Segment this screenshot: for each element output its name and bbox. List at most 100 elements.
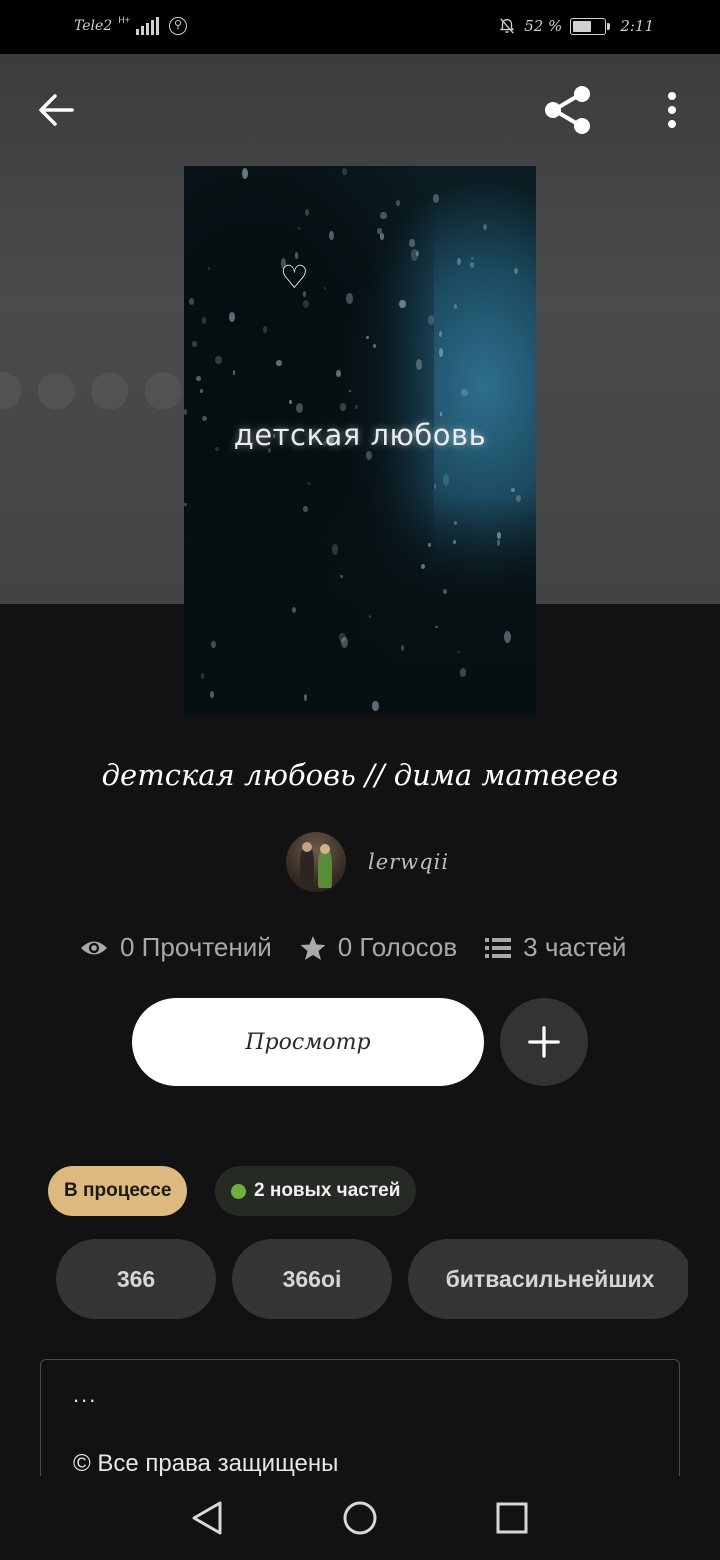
raindrop — [207, 266, 210, 270]
raindrop — [443, 473, 450, 486]
battery-icon — [570, 17, 611, 35]
mute-bell-icon — [500, 18, 515, 34]
raindrop — [329, 230, 335, 240]
raindrop — [428, 315, 435, 325]
system-nav-bar — [0, 1476, 720, 1560]
raindrop — [263, 325, 268, 333]
parts-count: 3 частей — [523, 932, 627, 962]
raindrop — [400, 644, 404, 652]
raindrop — [439, 412, 443, 416]
share-button[interactable] — [542, 84, 594, 136]
list-icon — [485, 937, 512, 958]
tag-chip[interactable]: битвасильнейших — [408, 1239, 688, 1319]
story-title: детская любовь // дима матвеев — [101, 758, 619, 792]
cover-heart-icon: ♡ — [280, 258, 309, 296]
raindrop — [335, 369, 341, 378]
raindrop — [453, 521, 457, 525]
copyright-text: © Все права защищены — [73, 1450, 339, 1477]
raindrop — [365, 450, 372, 460]
raindrop — [289, 399, 292, 404]
description-box[interactable]: ... © Все права защищены — [40, 1359, 680, 1477]
raindrop — [232, 370, 236, 375]
raindrop — [470, 257, 474, 261]
raindrop — [211, 640, 216, 648]
raindrop — [427, 542, 431, 548]
cover-title: детская любовь — [233, 418, 487, 452]
author-avatar[interactable] — [286, 832, 346, 892]
raindrop — [304, 209, 309, 217]
description-ellipsis: ... — [73, 1382, 98, 1407]
network-type-label: H+ — [118, 15, 130, 25]
raindrop — [340, 574, 343, 578]
reads-count: 0 Прочтений — [120, 932, 272, 962]
raindrop — [438, 348, 444, 357]
raindrop — [513, 268, 518, 275]
raindrop — [496, 532, 502, 539]
tag-chip[interactable]: 366oi — [232, 1239, 392, 1319]
status-left: Tele2 H+ ⚲ — [74, 15, 187, 35]
raindrop — [460, 388, 468, 396]
star-icon — [300, 935, 326, 960]
parts-stat: 3 частей — [485, 932, 626, 963]
raindrop — [503, 630, 511, 643]
raindrop — [511, 487, 515, 492]
raindrop — [439, 330, 443, 337]
raindrop — [296, 402, 303, 413]
eye-icon — [80, 940, 108, 955]
votes-count: 0 Голосов — [337, 932, 458, 962]
green-dot-icon — [231, 1183, 246, 1199]
raindrop — [214, 356, 222, 364]
status-badge: В процессе — [48, 1166, 188, 1216]
read-button[interactable]: Просмотр — [132, 998, 484, 1086]
raindrop — [433, 483, 437, 489]
tag-chip[interactable]: 366 — [56, 1239, 216, 1319]
signal-icon — [135, 17, 159, 35]
raindrop — [453, 303, 457, 310]
back-button[interactable] — [34, 88, 78, 132]
raindrop — [339, 632, 346, 643]
raindrop — [200, 388, 203, 393]
raindrop — [420, 564, 425, 570]
status-bar: Tele2 H+ ⚲ 52 % 2:11 — [0, 0, 720, 54]
raindrop — [470, 262, 475, 268]
story-cover[interactable]: ♡ детская любовь — [184, 166, 536, 714]
stats-row: 0 Прочтений 0 Голосов 3 частей — [80, 932, 626, 963]
raindrop — [342, 167, 347, 176]
author-name[interactable]: lerwqii — [368, 850, 449, 874]
raindrop — [456, 257, 461, 265]
tags-row[interactable]: 366 366oi битвасильнейших — [56, 1239, 688, 1319]
nav-recents-icon[interactable] — [496, 1502, 528, 1534]
raindrop — [276, 360, 282, 366]
raindrop — [433, 193, 440, 203]
raindrop — [409, 239, 415, 247]
nav-back-icon[interactable] — [190, 1500, 224, 1536]
raindrop — [398, 299, 406, 309]
raindrop — [291, 607, 296, 614]
raindrop — [380, 211, 387, 220]
raindrop — [379, 232, 385, 240]
more-dot — [668, 106, 676, 114]
raindrop — [346, 293, 353, 304]
raindrop — [210, 691, 215, 698]
raindrop — [372, 344, 376, 349]
walking-icon: ⚲ — [168, 17, 187, 35]
raindrop — [396, 199, 400, 206]
raindrop — [331, 544, 338, 555]
more-options-button[interactable] — [656, 88, 688, 132]
author-row[interactable]: lerwqii — [286, 832, 449, 892]
new-parts-badge: 2 новых частей — [215, 1166, 417, 1216]
carrier-label: Tele2 — [74, 18, 113, 34]
nav-home-icon[interactable] — [342, 1500, 378, 1536]
clock: 2:11 — [620, 17, 654, 35]
new-parts-label: 2 новых частей — [254, 1180, 401, 1201]
status-right: 52 % 2:11 — [498, 17, 654, 35]
raindrop — [372, 700, 379, 712]
add-to-library-button[interactable] — [500, 998, 588, 1086]
raindrop — [482, 223, 487, 231]
more-dot — [668, 92, 676, 100]
more-dot — [668, 120, 676, 128]
reads-stat: 0 Прочтений — [80, 932, 272, 963]
battery-percent: 52 % — [524, 17, 563, 35]
raindrop — [459, 668, 467, 677]
votes-stat: 0 Голосов — [300, 932, 457, 963]
